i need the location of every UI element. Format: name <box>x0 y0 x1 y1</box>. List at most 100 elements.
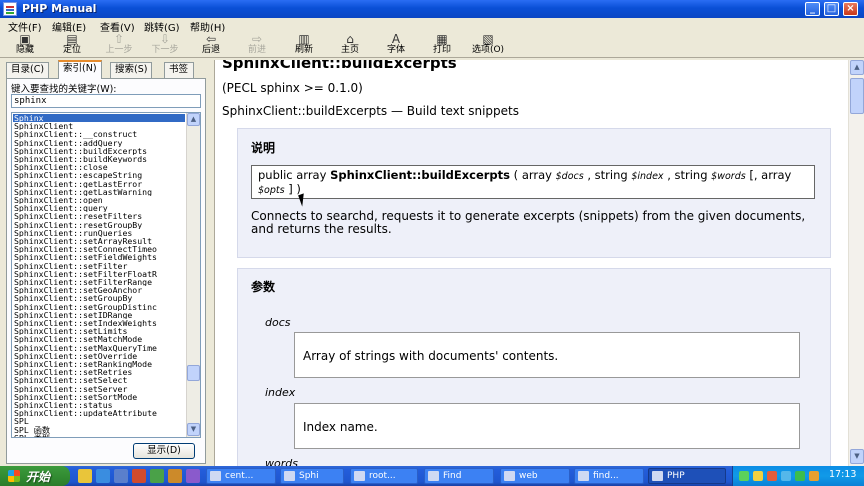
list-item[interactable]: SphinxClient::addQuery <box>13 139 185 147</box>
minimize-button[interactable]: _ <box>805 2 820 16</box>
list-item[interactable]: SphinxClient::query <box>13 204 185 212</box>
hide-icon: ▣ <box>19 32 31 46</box>
security-icon[interactable] <box>767 471 777 481</box>
home-button[interactable]: ⌂ 主页 <box>331 33 369 58</box>
list-item[interactable]: SPL 类型 <box>13 434 185 437</box>
task-find[interactable]: Find <box>424 468 494 484</box>
print-button[interactable]: ▦ 打印 <box>423 33 461 58</box>
windows-logo-icon <box>8 470 20 482</box>
folder-icon[interactable] <box>78 469 92 483</box>
task-sphi[interactable]: Sphi <box>280 468 344 484</box>
font-button[interactable]: A 字体 <box>377 33 415 58</box>
close-button[interactable]: × <box>843 2 858 16</box>
tab-contents[interactable]: 目录(C) <box>6 62 50 78</box>
list-item[interactable]: SphinxClient::__construct <box>13 130 185 138</box>
app-icon[interactable] <box>150 469 164 483</box>
keyword-list[interactable]: ▲ ▼ Sphinx SphinxClient SphinxClient::__co… <box>11 112 201 438</box>
back-button[interactable]: ⇦ 后退 <box>192 33 230 58</box>
list-item[interactable]: SphinxClient::setMatchMode <box>13 335 185 343</box>
description-text: Connects to searchd, requests it to gene… <box>251 209 806 236</box>
list-item[interactable]: SphinxClient::buildKeywords <box>13 155 185 163</box>
list-item[interactable]: SPL 函数 <box>13 426 185 434</box>
list-item[interactable]: SphinxClient::setSelect <box>13 376 185 384</box>
list-item[interactable]: SphinxClient::setConnectTimeo <box>13 245 185 253</box>
media-icon[interactable] <box>132 469 146 483</box>
param-words: $words <box>711 171 746 182</box>
method-name: SphinxClient::buildExcerpts <box>330 168 511 182</box>
method-synopsis: public array SphinxClient::buildExcerpts… <box>251 165 815 199</box>
navigation-pane: 目录(C) 索引(N) 搜索(S) 书签 键入要查找的关键字(W): sphin… <box>6 60 206 464</box>
previous-button[interactable]: ⇧ 上一步 <box>100 33 138 58</box>
network-icon[interactable] <box>739 471 749 481</box>
tab-index[interactable]: 索引(N) <box>58 60 102 79</box>
locate-button[interactable]: ▤ 定位 <box>53 33 91 58</box>
task-web[interactable]: web <box>500 468 570 484</box>
list-item[interactable]: SphinxClient::setIndexWeights <box>13 319 185 327</box>
scroll-up-icon[interactable]: ▲ <box>850 60 864 75</box>
list-item[interactable]: SphinxClient::setOverride <box>13 352 185 360</box>
list-item[interactable]: SphinxClient::runQueries <box>13 229 185 237</box>
list-item[interactable]: SphinxClient::getLastError <box>13 180 185 188</box>
ie-icon[interactable] <box>96 469 110 483</box>
task-root[interactable]: root... <box>350 468 418 484</box>
list-item[interactable]: SphinxClient::open <box>13 196 185 204</box>
topic-pane: SphinxClient::buildExcerpts (PECL sphinx… <box>214 60 848 466</box>
scroll-thumb[interactable] <box>187 365 200 381</box>
task-cent[interactable]: cent... <box>206 468 276 484</box>
list-item[interactable]: SphinxClient::setGroupDistinc <box>13 303 185 311</box>
topic-scrollbar[interactable]: ▲ ▼ <box>848 60 864 466</box>
list-item[interactable]: SphinxClient::setGeoAnchor <box>13 286 185 294</box>
task-php[interactable]: PHP <box>648 468 726 484</box>
options-button[interactable]: ▧ 选项(O) <box>469 33 507 58</box>
next-button[interactable]: ⇩ 下一步 <box>146 33 184 58</box>
list-item[interactable]: SphinxClient::buildExcerpts <box>13 147 185 155</box>
list-item[interactable]: Sphinx <box>13 114 185 123</box>
list-item[interactable]: SphinxClient::resetGroupBy <box>13 221 185 229</box>
hide-button[interactable]: ▣ 隐藏 <box>6 33 44 58</box>
list-item[interactable]: SphinxClient::setSortMode <box>13 393 185 401</box>
list-item[interactable]: SPL <box>13 417 185 425</box>
refresh-button[interactable]: ▥ 刷新 <box>285 33 323 58</box>
scroll-down-icon[interactable]: ▼ <box>187 423 200 436</box>
list-item[interactable]: SphinxClient::setMaxQueryTime <box>13 344 185 352</box>
list-item[interactable]: SphinxClient::resetFilters <box>13 212 185 220</box>
maximize-button[interactable]: □ <box>824 2 839 16</box>
shield-icon[interactable] <box>795 471 805 481</box>
list-item[interactable]: SphinxClient::setFilterRange <box>13 278 185 286</box>
start-button[interactable]: 开始 <box>0 466 70 486</box>
list-item[interactable]: SphinxClient::setFieldWeights <box>13 253 185 261</box>
list-item[interactable]: SphinxClient::setRetries <box>13 368 185 376</box>
tool-icon[interactable] <box>168 469 182 483</box>
list-item[interactable]: SphinxClient::setLimits <box>13 327 185 335</box>
list-item[interactable]: SphinxClient::setServer <box>13 385 185 393</box>
title-bar[interactable]: PHP Manual _ □ × <box>0 0 864 18</box>
chm-app-icon[interactable] <box>3 2 17 16</box>
tab-search[interactable]: 搜索(S) <box>110 62 153 78</box>
list-item[interactable]: SphinxClient::setArrayResult <box>13 237 185 245</box>
forward-button[interactable]: ⇨ 前进 <box>238 33 276 58</box>
list-item[interactable]: SphinxClient <box>13 122 185 130</box>
scroll-up-icon[interactable]: ▲ <box>187 113 200 126</box>
display-button[interactable]: 显示(D) <box>133 443 195 459</box>
scroll-down-icon[interactable]: ▼ <box>850 449 864 464</box>
scroll-thumb[interactable] <box>850 78 864 114</box>
list-item[interactable]: SphinxClient::setFilter <box>13 262 185 270</box>
list-item[interactable]: SphinxClient::status <box>13 401 185 409</box>
list-item[interactable]: SphinxClient::escapeString <box>13 171 185 179</box>
list-item[interactable]: SphinxClient::close <box>13 163 185 171</box>
list-item[interactable]: SphinxClient::updateAttribute <box>13 409 185 417</box>
tab-bookmarks[interactable]: 书签 <box>164 62 194 78</box>
keyword-input[interactable]: sphinx <box>11 94 201 108</box>
list-item[interactable]: SphinxClient::setIDRange <box>13 311 185 319</box>
ime-icon[interactable] <box>753 471 763 481</box>
list-item[interactable]: SphinxClient::setFilterFloatR <box>13 270 185 278</box>
list-item[interactable]: SphinxClient::getLastWarning <box>13 188 185 196</box>
list-item[interactable]: SphinxClient::setGroupBy <box>13 294 185 302</box>
list-item[interactable]: SphinxClient::setRankingMode <box>13 360 185 368</box>
desktop-icon[interactable] <box>114 469 128 483</box>
app-tray-icon[interactable] <box>809 471 819 481</box>
keyword-list-scrollbar[interactable]: ▲ ▼ <box>186 113 200 437</box>
volume-icon[interactable] <box>781 471 791 481</box>
misc-icon[interactable] <box>186 469 200 483</box>
task-find-2[interactable]: find... <box>574 468 644 484</box>
